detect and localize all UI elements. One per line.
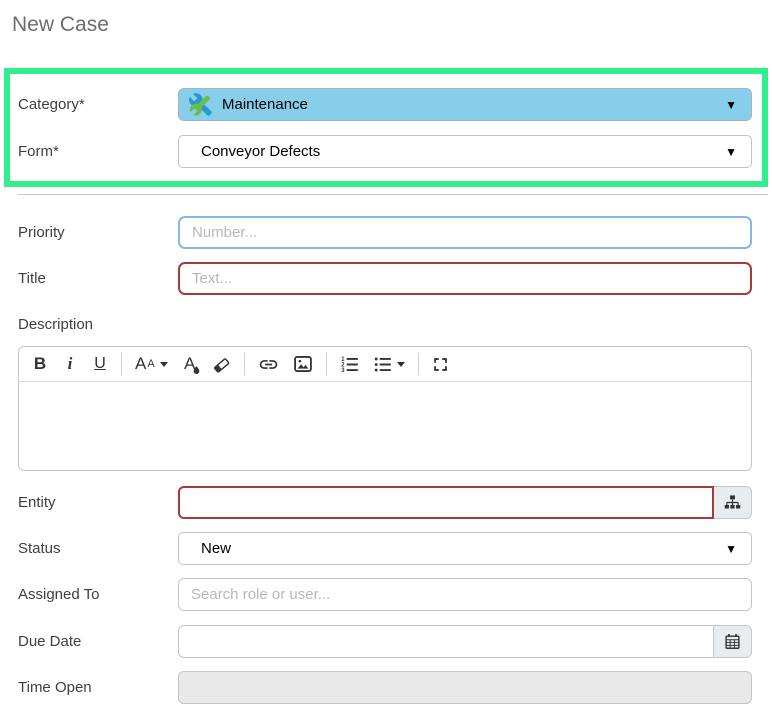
time-open-input [178,671,752,704]
sitemap-icon [724,494,741,511]
assigned-to-input[interactable] [178,578,752,611]
entity-label: Entity [18,494,56,511]
highlight-box [4,68,768,187]
entity-row [178,486,752,519]
time-open-label: Time Open [18,679,92,696]
description-label: Description [18,316,94,333]
due-date-label: Due Date [18,633,82,650]
toolbar-separator [325,353,327,375]
status-value: New [201,540,232,557]
form-row: Conveyor Defects ▼ [178,135,752,168]
image-icon [293,354,313,374]
form-select[interactable]: Conveyor Defects ▼ [178,135,752,168]
form-label: Form* [18,143,59,160]
category-label: Category* [18,96,85,113]
entity-picker-button[interactable] [714,486,752,519]
insert-image-button[interactable] [286,349,320,379]
dropdown-arrow-icon: ▼ [725,541,737,556]
font-color-button[interactable]: A [175,349,205,379]
entity-input[interactable] [178,486,714,519]
description-editor-area[interactable] [19,382,751,470]
form-value: Conveyor Defects [201,143,321,160]
insert-link-button[interactable] [251,349,286,379]
assigned-to-row [178,578,752,611]
font-size-button[interactable]: AA [128,349,175,379]
page-title: New Case [12,13,109,36]
title-label: Title [18,270,46,287]
unordered-list-icon [373,355,392,374]
time-open-row [178,671,752,704]
section-divider [18,194,768,195]
unordered-list-button[interactable] [366,349,412,379]
dropdown-arrow-icon: ▼ [725,144,737,159]
toolbar-separator [417,353,419,375]
priority-input[interactable] [178,216,752,249]
priority-label: Priority [18,224,65,241]
remove-format-button[interactable] [205,349,238,379]
title-row [178,262,752,295]
new-case-form: New Case Category* Maintenance ▼ Form* C… [0,0,772,722]
due-date-input[interactable] [178,625,714,658]
editor-toolbar: B i U AA A 1 2 3 [19,347,751,382]
status-row: New ▼ [178,532,752,565]
calendar-icon [724,633,741,650]
bold-button[interactable]: B [25,349,55,379]
eraser-icon [212,355,231,374]
color-droplet-icon [192,366,201,375]
category-value: Maintenance [222,96,308,113]
due-date-row [178,625,752,658]
priority-row [178,216,752,249]
fullscreen-icon [432,356,449,373]
italic-button[interactable]: i [55,349,85,379]
link-icon [258,354,279,375]
ordered-list-button[interactable]: 1 2 3 [333,349,366,379]
svg-text:3: 3 [341,368,345,374]
toolbar-separator [121,353,122,375]
title-input[interactable] [178,262,752,295]
category-row: Maintenance ▼ [178,88,752,121]
fullscreen-button[interactable] [425,349,456,379]
ordered-list-icon: 1 2 3 [340,355,359,374]
chevron-down-icon [396,361,405,367]
status-select[interactable]: New ▼ [178,532,752,565]
category-select[interactable]: Maintenance ▼ [178,88,752,121]
calendar-button[interactable] [714,625,752,658]
assigned-to-label: Assigned To [18,586,100,603]
toolbar-separator [243,353,245,375]
underline-button[interactable]: U [85,349,115,379]
dropdown-arrow-icon: ▼ [725,97,737,112]
maintenance-tools-icon [187,92,213,118]
chevron-down-icon [159,361,168,367]
status-label: Status [18,540,61,557]
description-editor: B i U AA A 1 2 3 [18,346,752,471]
